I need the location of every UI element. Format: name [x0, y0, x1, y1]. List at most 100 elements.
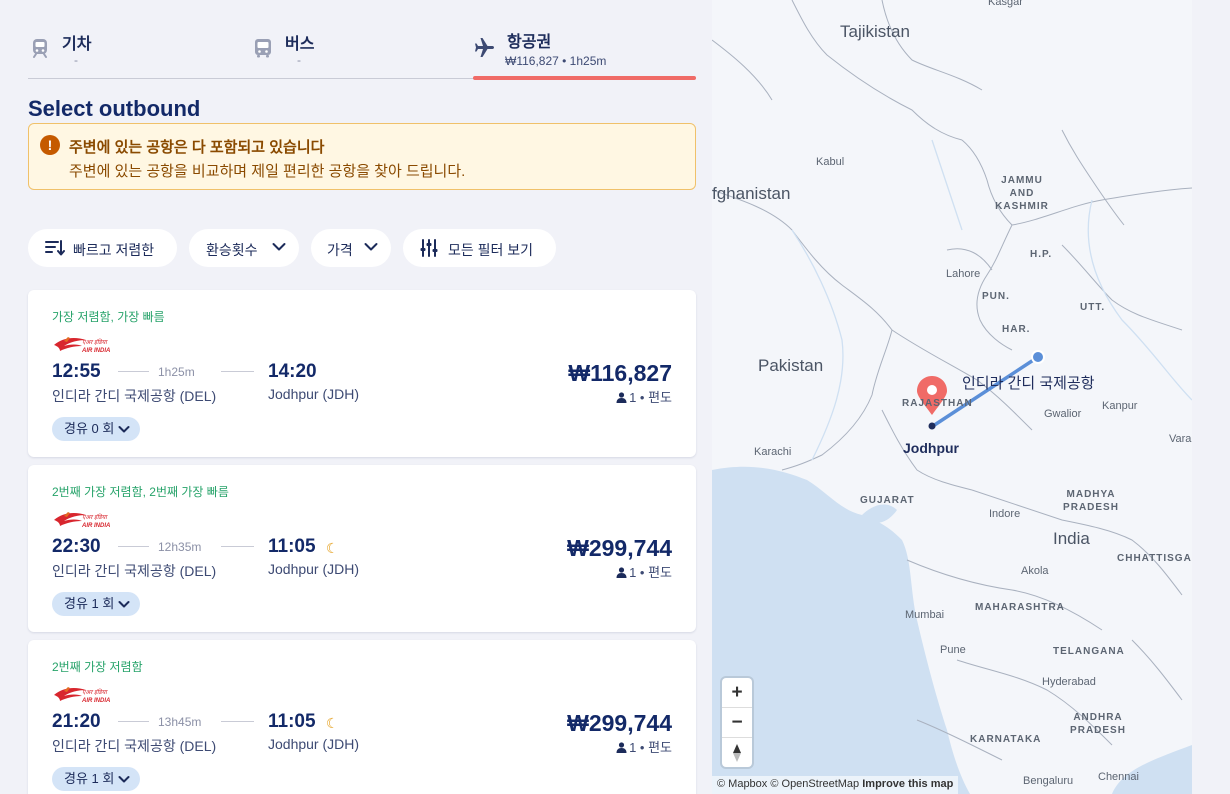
sort-fast-cheap-label: 빠르고 저렴한	[73, 242, 155, 258]
region-label: KARNATAKA	[970, 734, 1042, 745]
duration-divider	[221, 721, 254, 722]
chevron-down-icon	[272, 243, 286, 251]
tab-train-sub: -	[74, 53, 78, 67]
result-badge: 2번째 가장 저렴함, 2번째 가장 빠름	[52, 485, 229, 499]
country-label: fghanistan	[712, 184, 791, 203]
airplane-icon	[475, 38, 494, 57]
tab-flight-label: 항공권	[507, 34, 552, 51]
nearby-airports-notice: ! 주변에 있는 공항은 다 포함되고 있습니다 주변에 있는 공항을 비교하며…	[28, 123, 696, 190]
passenger-info: 1 • 편도	[616, 387, 672, 406]
city-label: Karachi	[754, 446, 792, 458]
city-label: Bengaluru	[1023, 775, 1074, 787]
country-label: India	[1053, 529, 1090, 548]
arrival-airport: Jodhpur (JDH)	[268, 736, 360, 752]
duration-divider	[118, 371, 149, 372]
overnight-moon-icon: ☾	[326, 715, 339, 731]
notice-title: 주변에 있는 공항은 다 포함되고 있습니다	[69, 139, 325, 156]
region-label: TELANGANA	[1053, 646, 1125, 657]
warning-icon: !	[40, 135, 60, 155]
stops-toggle[interactable]: 경유 1 회	[52, 767, 141, 791]
svg-text:एअर इंडिया: एअर इंडिया	[82, 513, 108, 521]
stops-label: 경유 0 회	[64, 421, 115, 436]
stops-filter-button[interactable]: 환승횟수	[189, 229, 299, 267]
city-label: Kabul	[816, 156, 845, 168]
svg-text:एअर इंडिया: एअर इंडिया	[82, 338, 108, 346]
flight-result-card[interactable]: 2번째 가장 저렴함 एअर इंडिया AIR INDIA 21:20 13…	[28, 640, 696, 794]
overnight-moon-icon: ☾	[326, 540, 339, 556]
country-label: Pakistan	[758, 356, 824, 375]
flight-duration: 13h45m	[158, 715, 202, 729]
origin-marker	[1031, 350, 1045, 364]
flight-result-card[interactable]: 2번째 가장 저렴함, 2번째 가장 빠름 एअर इंडिया AIR IND…	[28, 465, 696, 632]
city-label: Lahore	[946, 268, 981, 280]
tab-train-label: 기차	[62, 36, 92, 53]
departure-time: 21:20	[52, 711, 101, 732]
svg-text:AIR INDIA: AIR INDIA	[81, 698, 110, 704]
svg-text:AIR INDIA: AIR INDIA	[81, 523, 110, 529]
city-label: Gwalior	[1044, 408, 1082, 420]
price-filter-button[interactable]: 가격	[311, 229, 391, 267]
region-label: MAHARASHTRA	[975, 602, 1065, 613]
region-label: MADHYA PRADESH	[1063, 489, 1119, 513]
arrival-time: 11:05	[268, 711, 316, 732]
city-label: Kasgar	[988, 0, 1023, 8]
destination-label: Jodhpur	[903, 440, 959, 456]
route-map[interactable]: Kasgar Tajikistan Kabul fghanistan JAMMU…	[712, 0, 1192, 794]
chevron-down-icon	[118, 601, 130, 608]
zoom-controls: + −	[722, 678, 752, 767]
departure-airport: 인디라 간디 국제공항 (DEL)	[52, 563, 217, 579]
tab-bus-label: 버스	[285, 36, 315, 53]
departure-airport: 인디라 간디 국제공항 (DEL)	[52, 388, 217, 404]
city-label: Chennai	[1098, 771, 1139, 783]
all-filters-label: 모든 필터 보기	[448, 242, 534, 258]
country-label: Tajikistan	[840, 22, 910, 41]
sort-fast-cheap-button[interactable]: 빠르고 저렴한	[28, 229, 177, 267]
stops-label: 경유 1 회	[64, 596, 115, 611]
city-label: Indore	[989, 508, 1021, 520]
result-badge: 2번째 가장 저렴함	[52, 660, 143, 674]
flight-duration: 1h25m	[158, 365, 195, 379]
stops-toggle[interactable]: 경유 1 회	[52, 592, 141, 616]
chevron-down-icon	[118, 426, 130, 433]
departure-time: 12:55	[52, 361, 101, 382]
flight-result-card[interactable]: 가장 저렴함, 가장 빠름 एअर इंडिया AIR INDIA 12:55…	[28, 290, 696, 457]
region-label: H.P.	[1030, 249, 1053, 260]
origin-airport-label: 인디라 간디 국제공항	[962, 375, 1095, 392]
stops-toggle[interactable]: 경유 0 회	[52, 417, 141, 441]
air-india-logo: एअर इंडिया AIR INDIA	[54, 337, 110, 354]
compass-button[interactable]	[722, 738, 752, 767]
all-filters-button[interactable]: 모든 필터 보기	[403, 229, 556, 267]
attribution-text: © Mapbox © OpenStreetMap	[717, 778, 860, 790]
zoom-in-button[interactable]: +	[722, 678, 752, 707]
bus-icon	[255, 39, 271, 58]
passenger-count: 1 • 편도	[629, 740, 672, 755]
tab-flight[interactable]: 항공권 ₩116,827 • 1h25m	[473, 24, 696, 80]
region-label: PUN.	[982, 291, 1010, 302]
region-label: GUJARAT	[860, 495, 915, 506]
city-label: Pune	[940, 644, 966, 656]
transport-tabs: 기차 - 버스 - 항공권 ₩116,827 • 1h25m	[28, 0, 696, 80]
zoom-out-button[interactable]: −	[722, 708, 752, 737]
city-label: Akola	[1021, 565, 1049, 577]
person-icon	[616, 742, 627, 753]
arrival-time: 14:20	[268, 361, 317, 382]
region-label: RAJASTHAN	[902, 398, 973, 409]
result-badge: 가장 저렴함, 가장 빠름	[52, 310, 165, 324]
region-label: ANDHRA PRADESH	[1070, 712, 1126, 736]
stops-label: 경유 1 회	[64, 771, 115, 786]
map-attribution: © Mapbox © OpenStreetMap Improve this ma…	[712, 776, 959, 794]
arrival-time: 11:05	[268, 536, 316, 557]
fare-price: ₩299,744	[567, 535, 672, 561]
tab-train[interactable]: 기차 -	[28, 24, 228, 79]
city-label: Kanpur	[1102, 400, 1138, 412]
departure-time: 22:30	[52, 536, 101, 557]
tab-bus[interactable]: 버스 -	[251, 24, 451, 79]
city-label: Hyderabad	[1042, 676, 1096, 688]
price-filter-label: 가격	[327, 242, 353, 258]
tab-flight-sub: ₩116,827 • 1h25m	[505, 54, 607, 68]
improve-map-link[interactable]: Improve this map	[862, 778, 953, 790]
train-icon	[33, 39, 47, 58]
sort-icon	[45, 240, 65, 256]
stops-filter-label: 환승횟수	[206, 242, 258, 258]
svg-text:AIR INDIA: AIR INDIA	[81, 348, 110, 354]
